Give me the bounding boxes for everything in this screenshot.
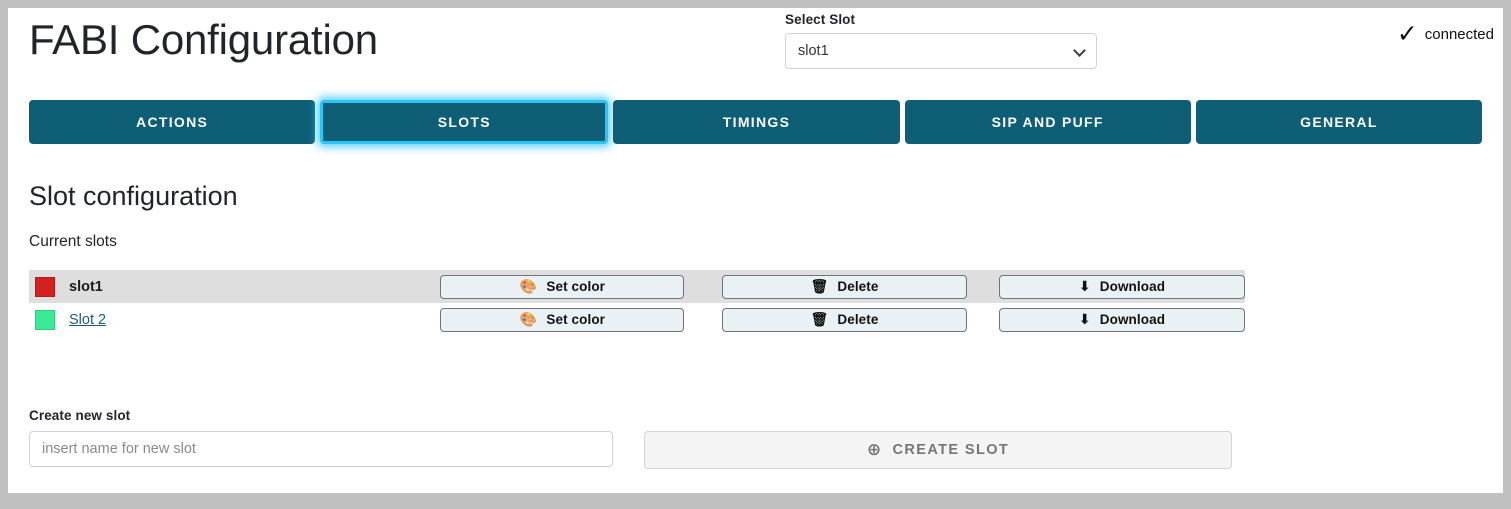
page-header: FABI Configuration Select Slot slot1 ✓ c…: [8, 8, 1503, 94]
select-slot-label: Select Slot: [785, 12, 856, 27]
slot-name-link[interactable]: Slot 2: [69, 312, 106, 328]
download-button[interactable]: ⬇ Download: [998, 307, 1245, 332]
browser-window: FABI Configuration Select Slot slot1 ✓ c…: [8, 8, 1503, 493]
slot-name-wrapper: Slot 2: [35, 309, 430, 330]
new-slot-name-input[interactable]: [29, 431, 613, 467]
select-slot-wrapper: slot1: [785, 33, 1097, 69]
current-slots-label: Current slots: [29, 233, 117, 251]
delete-cell: 🗑 Delete: [692, 270, 967, 303]
page-root: FABI Configuration Select Slot slot1 ✓ c…: [8, 8, 1503, 493]
create-new-slot-label: Create new slot: [29, 408, 131, 423]
slot-table: slot1 🎨 Set color 🗑 Delete ⬇ Download Sl…: [29, 270, 1245, 336]
trash-icon: 🗑: [810, 311, 829, 328]
page-title: FABI Configuration: [29, 16, 378, 63]
delete-label: Delete: [837, 312, 879, 328]
set-color-button[interactable]: 🎨 Set color: [440, 307, 685, 332]
download-cell: ⬇ Download: [967, 303, 1245, 336]
download-label: Download: [1099, 312, 1166, 328]
connection-status: ✓ connected: [1396, 19, 1494, 48]
download-label: Download: [1099, 279, 1166, 295]
delete-cell: 🗑 Delete: [692, 303, 967, 336]
set-color-cell: 🎨 Set color: [430, 270, 692, 303]
plus-circle-icon: ⊕: [866, 439, 883, 460]
download-icon: ⬇: [1078, 278, 1091, 295]
create-slot-button[interactable]: ⊕ CREATE SLOT: [644, 431, 1232, 469]
select-slot-dropdown[interactable]: slot1: [785, 33, 1097, 69]
slot-name-wrapper: slot1: [35, 276, 430, 297]
delete-label: Delete: [837, 279, 879, 295]
download-icon: ⬇: [1078, 311, 1091, 328]
delete-button[interactable]: 🗑 Delete: [721, 307, 967, 332]
main-content: Slot configuration Current slots slot1 🎨…: [29, 180, 1482, 336]
trash-icon: 🗑: [810, 278, 829, 295]
delete-button[interactable]: 🗑 Delete: [721, 274, 967, 299]
tab-bar: ACTIONS SLOTS TIMINGS SIP AND PUFF GENER…: [29, 100, 1483, 144]
section-title: Slot configuration: [29, 181, 238, 211]
palette-icon: 🎨: [519, 278, 538, 295]
tab-timings[interactable]: TIMINGS: [613, 100, 900, 144]
slot-name-cell: slot1: [29, 270, 430, 303]
set-color-label: Set color: [546, 279, 606, 295]
set-color-button[interactable]: 🎨 Set color: [440, 274, 685, 299]
slot-name-cell: Slot 2: [29, 303, 430, 336]
download-cell: ⬇ Download: [967, 270, 1245, 303]
slot-color-swatch: [35, 276, 55, 297]
download-button[interactable]: ⬇ Download: [998, 274, 1245, 299]
tab-actions[interactable]: ACTIONS: [29, 100, 316, 144]
set-color-cell: 🎨 Set color: [430, 303, 692, 336]
create-slot-section: Create new slot ⊕ CREATE SLOT: [29, 408, 1482, 469]
slot-name-label: slot1: [69, 278, 103, 295]
tab-slots[interactable]: SLOTS: [320, 100, 609, 144]
connection-status-label: connected: [1424, 26, 1494, 43]
select-slot-group: Select Slot slot1: [785, 12, 1097, 69]
slot-color-swatch: [35, 309, 55, 330]
table-row: Slot 2 🎨 Set color 🗑 Delete ⬇ Download: [29, 303, 1245, 336]
set-color-label: Set color: [546, 312, 606, 328]
table-row: slot1 🎨 Set color 🗑 Delete ⬇ Download: [29, 270, 1245, 304]
create-slot-label: CREATE SLOT: [892, 442, 1010, 458]
checkmark-icon: ✓: [1396, 19, 1418, 48]
tab-sip-and-puff[interactable]: SIP AND PUFF: [904, 100, 1191, 144]
palette-icon: 🎨: [519, 311, 538, 328]
create-slot-row: ⊕ CREATE SLOT: [29, 431, 1482, 469]
tab-general[interactable]: GENERAL: [1195, 100, 1483, 144]
